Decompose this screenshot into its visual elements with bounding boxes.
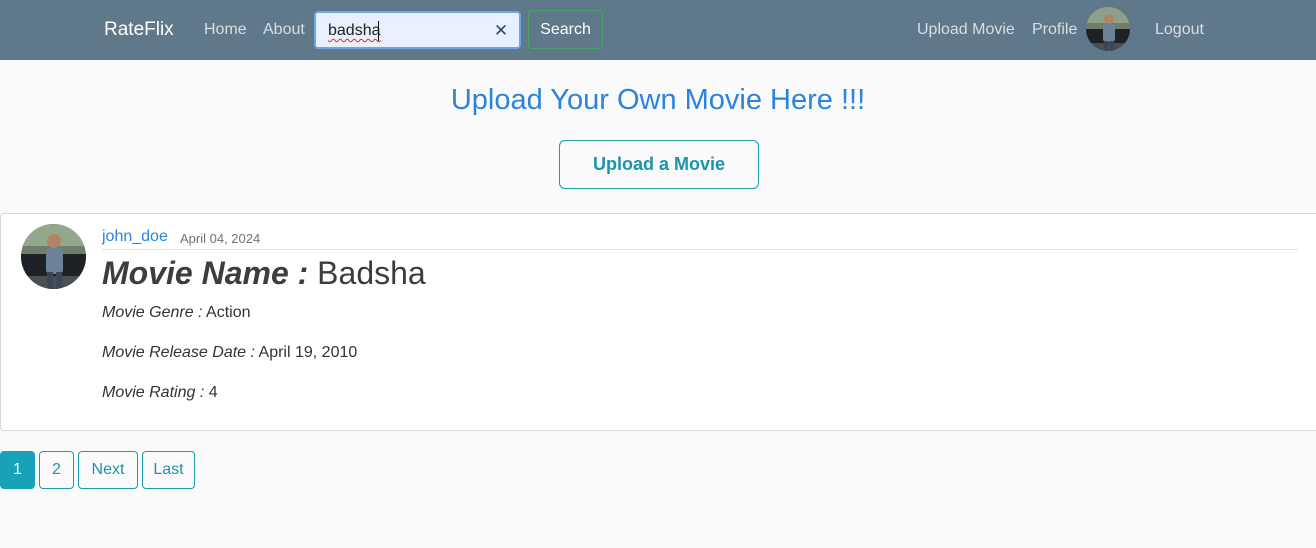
page-1-button[interactable]: 1: [0, 451, 35, 489]
nav-home-link[interactable]: Home: [204, 21, 247, 39]
divider: [102, 249, 1298, 250]
movie-release-label: Movie Release Date :: [102, 344, 255, 361]
movie-genre-value: Action: [206, 304, 251, 321]
brand-logo[interactable]: RateFlix: [104, 19, 174, 41]
search-input-value: badsha: [328, 22, 381, 39]
nav-logout-link[interactable]: Logout: [1155, 21, 1204, 39]
search-input[interactable]: badsha ✕: [314, 11, 521, 49]
movie-name-label: Movie Name :: [102, 255, 309, 291]
search-button[interactable]: Search: [528, 10, 603, 49]
movie-rating-value: 4: [208, 384, 218, 401]
clear-search-icon[interactable]: ✕: [493, 22, 509, 40]
text-caret: [378, 21, 379, 41]
nav-profile-link[interactable]: Profile: [1032, 21, 1077, 39]
movie-title: Movie Name : Badsha: [102, 255, 426, 292]
profile-avatar[interactable]: [1086, 7, 1130, 51]
movie-release-value: April 19, 2010: [258, 344, 358, 361]
nav-upload-movie-link[interactable]: Upload Movie: [917, 21, 1015, 39]
movie-genre-label: Movie Genre :: [102, 304, 203, 321]
next-page-button[interactable]: Next: [78, 451, 138, 489]
last-page-button[interactable]: Last: [142, 451, 195, 489]
page-2-button[interactable]: 2: [39, 451, 74, 489]
author-avatar: [21, 224, 86, 289]
movie-rating-label: Movie Rating :: [102, 384, 205, 401]
nav-about-link[interactable]: About: [263, 21, 305, 39]
post-author-link[interactable]: john_doe: [102, 228, 168, 246]
movie-release-date: Movie Release Date : April 19, 2010: [102, 344, 357, 362]
movie-rating: Movie Rating : 4: [102, 384, 218, 402]
upload-movie-button[interactable]: Upload a Movie: [559, 140, 759, 189]
movie-post-card: john_doe April 04, 2024 Movie Name : Bad…: [0, 213, 1316, 431]
post-date: April 04, 2024: [180, 231, 261, 246]
movie-genre: Movie Genre : Action: [102, 304, 251, 322]
navbar: RateFlix Home About badsha ✕ Search Uplo…: [0, 0, 1316, 60]
movie-name-value: Badsha: [317, 255, 426, 291]
upload-heading: Upload Your Own Movie Here !!!: [450, 84, 866, 116]
